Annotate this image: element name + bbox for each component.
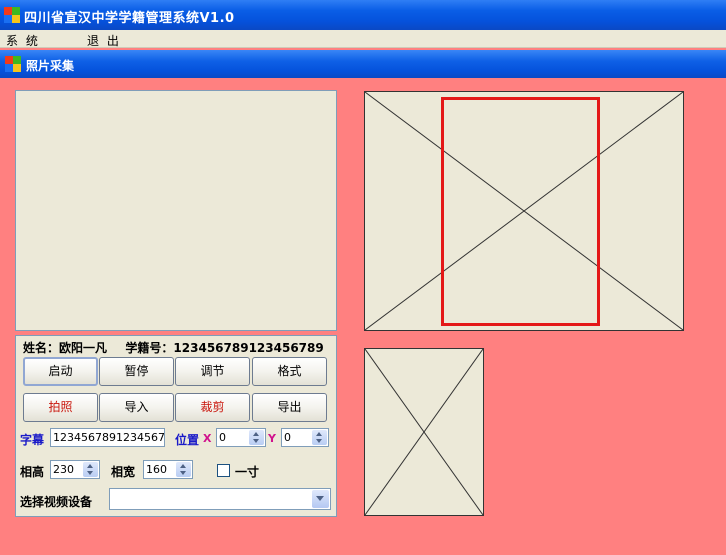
height-label: 相高 [20,465,45,479]
video-device-select[interactable] [109,488,331,510]
position-y-stepper[interactable]: 0 [281,428,329,447]
student-info: 姓名：欧阳一凡 学籍号：123456789123456789 [23,339,324,356]
captured-photo[interactable] [364,91,684,331]
one-inch-label: 一寸 [235,465,260,479]
spinner-icon[interactable] [312,430,327,445]
position-label: 位置 [175,433,200,447]
one-inch-checkbox[interactable] [217,464,230,477]
y-label: Y [268,432,276,445]
width-stepper[interactable]: 160 [143,460,193,479]
subwindow-title: 照片采集 [26,59,75,73]
subwindow-title-bar: 照片采集 [0,50,726,78]
pause-button[interactable]: 暂停 [99,357,174,386]
student-name: 欧阳一凡 [59,341,108,355]
height-value: 230 [53,463,74,476]
position-y-value: 0 [284,431,291,444]
import-button[interactable]: 导入 [99,393,174,422]
start-button[interactable]: 启动 [23,357,98,386]
device-label: 选择视频设备 [20,495,93,509]
name-label: 姓名： [23,341,60,355]
app-icon [4,7,20,23]
menu-system[interactable]: 系 统 [6,32,40,49]
cropped-photo [364,348,484,516]
student-id: 123456789123456789 [173,341,324,355]
format-button[interactable]: 格式 [252,357,327,386]
menu-exit[interactable]: 退 出 [87,32,121,49]
title-bar: 四川省宣汉中学学籍管理系统V1.0 [0,0,726,30]
video-preview [15,90,337,331]
width-label: 相宽 [111,465,136,479]
spinner-icon[interactable] [83,462,98,477]
control-panel: 姓名：欧阳一凡 学籍号：123456789123456789 启动 暂停 调节 … [15,335,337,517]
x-label: X [203,432,212,445]
position-x-stepper[interactable]: 0 [216,428,266,447]
caption-label: 字幕 [20,433,45,447]
width-value: 160 [146,463,167,476]
height-stepper[interactable]: 230 [50,460,100,479]
caption-input[interactable]: 123456789123456789 [50,428,165,447]
window-title: 四川省宣汉中学学籍管理系统V1.0 [24,11,235,26]
menu-bar: 系 统 退 出 [0,30,726,48]
crop-rectangle[interactable] [441,97,600,326]
export-button[interactable]: 导出 [252,393,327,422]
spinner-icon[interactable] [249,430,264,445]
chevron-down-icon[interactable] [312,490,329,508]
spinner-icon[interactable] [176,462,191,477]
position-x-value: 0 [219,431,226,444]
image-placeholder-icon [365,349,483,515]
student-id-label: 学籍号： [125,341,174,355]
capture-button[interactable]: 拍照 [23,393,98,422]
crop-button[interactable]: 裁剪 [175,393,250,422]
adjust-button[interactable]: 调节 [175,357,250,386]
subwindow-icon [5,56,21,72]
